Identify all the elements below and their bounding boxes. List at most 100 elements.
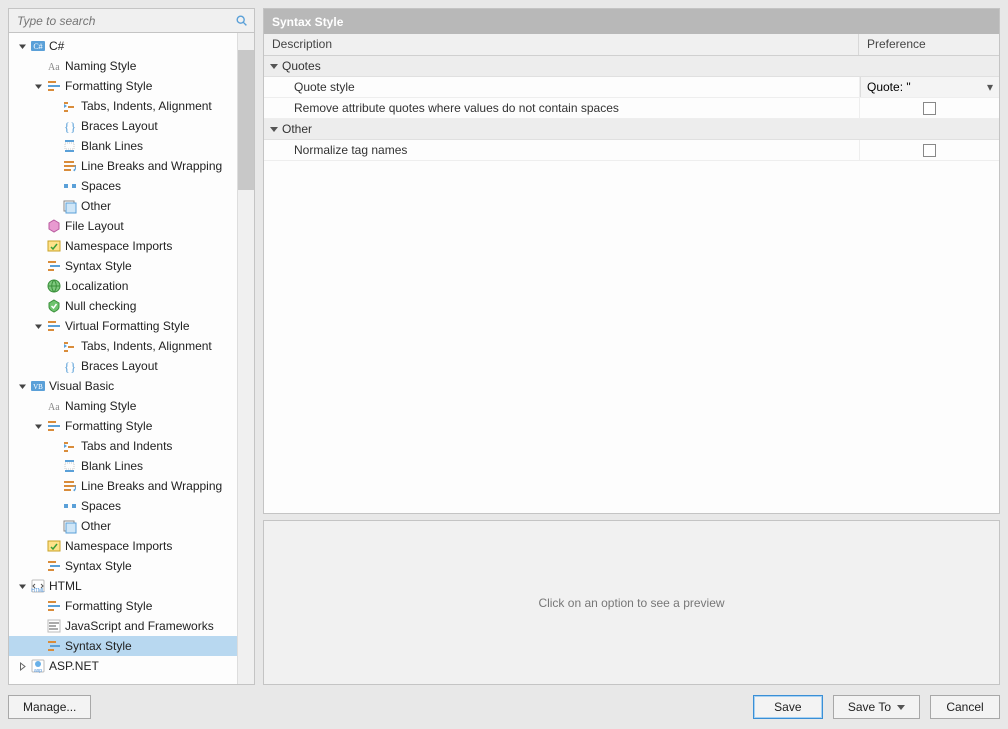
preview-panel: Click on an option to see a preview xyxy=(263,520,1000,685)
tree-toggle-icon[interactable] xyxy=(33,321,44,332)
tree-toggle-icon[interactable] xyxy=(17,581,28,592)
vb-icon: VB xyxy=(30,378,46,394)
preference-combo[interactable]: Quote: "▾ xyxy=(860,77,999,97)
cancel-button[interactable]: Cancel xyxy=(930,695,1000,719)
tree-item[interactable]: Syntax Style xyxy=(9,556,237,576)
spaces-icon xyxy=(62,178,78,194)
chevron-down-icon: ▾ xyxy=(987,80,993,94)
tree-item[interactable]: aspASP.NET xyxy=(9,656,237,676)
save-to-button[interactable]: Save To xyxy=(833,695,920,719)
tree-toggle-icon[interactable] xyxy=(17,381,28,392)
option-row[interactable]: Normalize tag names xyxy=(264,140,999,161)
tree-item[interactable]: VBVisual Basic xyxy=(9,376,237,396)
formatting-icon xyxy=(46,418,62,434)
tree-toggle-icon[interactable] xyxy=(17,41,28,52)
tree-item[interactable]: Namespace Imports xyxy=(9,236,237,256)
option-row[interactable]: Quote styleQuote: "▾ xyxy=(264,77,999,98)
tree-toggle-icon[interactable] xyxy=(33,81,44,92)
tree-scrollbar[interactable] xyxy=(237,33,254,684)
js-icon xyxy=(46,618,62,634)
tree-item-label: Namespace Imports xyxy=(65,239,172,253)
tree-item[interactable]: {} Braces Layout xyxy=(9,116,237,136)
svg-text:{}: {} xyxy=(64,119,76,134)
tree-item-label: Visual Basic xyxy=(49,379,114,393)
tree-item[interactable]: Blank Lines xyxy=(9,136,237,156)
preference-checkbox[interactable] xyxy=(923,144,936,157)
scrollbar-thumb[interactable] xyxy=(238,50,254,190)
manage-button[interactable]: Manage... xyxy=(8,695,91,719)
tree-item[interactable]: Line Breaks and Wrapping xyxy=(9,476,237,496)
options-panel: Syntax Style Description Preference Quot… xyxy=(263,8,1000,514)
tree-item-label: Spaces xyxy=(81,499,121,513)
layout-icon xyxy=(46,218,62,234)
svg-text:HTML: HTML xyxy=(31,588,45,594)
preview-placeholder: Click on an option to see a preview xyxy=(538,596,724,610)
tree-item[interactable]: JavaScript and Frameworks xyxy=(9,616,237,636)
tree-item-label: Syntax Style xyxy=(65,559,132,573)
blank-icon xyxy=(62,458,78,474)
tree-item[interactable]: Syntax Style xyxy=(9,256,237,276)
tree-item[interactable]: C#C# xyxy=(9,36,237,56)
tree-item-label: Localization xyxy=(65,279,128,293)
tree-item[interactable]: HTMLHTML xyxy=(9,576,237,596)
tree-item-label: Braces Layout xyxy=(81,119,158,133)
tree-item-label: Braces Layout xyxy=(81,359,158,373)
local-icon xyxy=(46,278,62,294)
group-label: Quotes xyxy=(282,59,321,73)
option-row[interactable]: Remove attribute quotes where values do … xyxy=(264,98,999,119)
svg-text:asp: asp xyxy=(34,668,42,674)
save-button[interactable]: Save xyxy=(753,695,823,719)
tree-item[interactable]: Spaces xyxy=(9,176,237,196)
tree-item[interactable]: Spaces xyxy=(9,496,237,516)
spaces-icon xyxy=(62,498,78,514)
tree[interactable]: C#C#AaNaming StyleFormatting StyleTabs, … xyxy=(9,33,237,684)
tree-item[interactable]: Other xyxy=(9,196,237,216)
group-row[interactable]: Other xyxy=(264,119,999,140)
tree-item[interactable]: Null checking xyxy=(9,296,237,316)
search-input[interactable] xyxy=(13,12,234,30)
preference-checkbox[interactable] xyxy=(923,102,936,115)
tree-item-label: Tabs, Indents, Alignment xyxy=(81,339,212,353)
braces-icon: {} xyxy=(62,118,78,134)
tree-toggle-icon[interactable] xyxy=(17,661,28,672)
formatting-icon xyxy=(46,78,62,94)
col-description: Description xyxy=(264,34,859,55)
tree-item[interactable]: Localization xyxy=(9,276,237,296)
tree-item-label: Syntax Style xyxy=(65,259,132,273)
wrap-icon xyxy=(62,158,78,174)
tree-item[interactable]: Other xyxy=(9,516,237,536)
tree-item-label: Null checking xyxy=(65,299,136,313)
tree-item[interactable]: AaNaming Style xyxy=(9,396,237,416)
tree-item[interactable]: Formatting Style xyxy=(9,76,237,96)
tree-item[interactable]: Blank Lines xyxy=(9,456,237,476)
tree-item[interactable]: Formatting Style xyxy=(9,416,237,436)
tree-item[interactable]: Tabs, Indents, Alignment xyxy=(9,336,237,356)
tree-item-label: Syntax Style xyxy=(65,639,132,653)
svg-text:{}: {} xyxy=(64,359,76,374)
tree-item[interactable]: AaNaming Style xyxy=(9,56,237,76)
tree-item[interactable]: File Layout xyxy=(9,216,237,236)
tree-item-label: Line Breaks and Wrapping xyxy=(81,479,222,493)
naming-icon: Aa xyxy=(46,58,62,74)
braces-icon: {} xyxy=(62,358,78,374)
chevron-down-icon xyxy=(270,127,278,132)
tree-item[interactable]: Tabs, Indents, Alignment xyxy=(9,96,237,116)
tree-item[interactable]: Namespace Imports xyxy=(9,536,237,556)
tree-item[interactable]: Syntax Style xyxy=(9,636,237,656)
tree-item[interactable]: {} Braces Layout xyxy=(9,356,237,376)
option-description: Normalize tag names xyxy=(264,140,859,160)
tree-item-label: Virtual Formatting Style xyxy=(65,319,190,333)
tree-item[interactable]: Line Breaks and Wrapping xyxy=(9,156,237,176)
ns-icon xyxy=(46,538,62,554)
group-row[interactable]: Quotes xyxy=(264,56,999,77)
svg-text:Aa: Aa xyxy=(48,402,60,413)
other-icon xyxy=(62,518,78,534)
tree-item[interactable]: Virtual Formatting Style xyxy=(9,316,237,336)
search-icon[interactable] xyxy=(234,13,250,29)
formatting-icon xyxy=(46,318,62,334)
tree-toggle-icon[interactable] xyxy=(33,421,44,432)
null-icon xyxy=(46,298,62,314)
tree-item-label: Namespace Imports xyxy=(65,539,172,553)
tree-item[interactable]: Tabs and Indents xyxy=(9,436,237,456)
tree-item[interactable]: Formatting Style xyxy=(9,596,237,616)
